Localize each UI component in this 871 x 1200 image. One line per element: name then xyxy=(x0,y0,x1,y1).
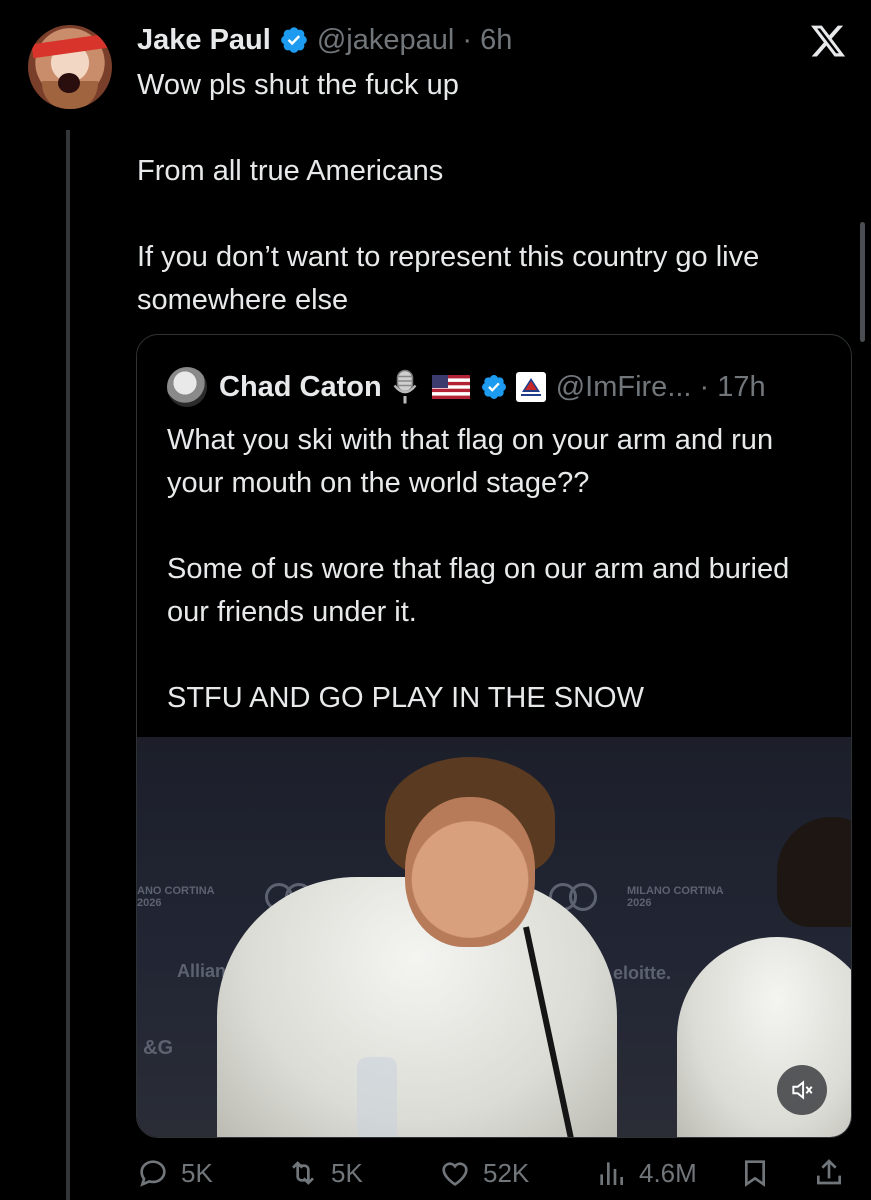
quote-author-name[interactable]: Chad Caton xyxy=(219,371,382,404)
tweet-text: Wow pls shut the fuck up From all true A… xyxy=(137,64,827,322)
mute-toggle-button[interactable] xyxy=(777,1065,827,1115)
quote-media-video[interactable]: ANO CORTINA 2026 MILANO CORTINA 2026 All… xyxy=(137,737,851,1137)
mute-icon xyxy=(792,1080,813,1100)
reply-icon xyxy=(140,1160,166,1187)
microphone-icon xyxy=(393,369,417,404)
affiliate-badge-icon xyxy=(515,372,546,402)
tweet-header: Jake Paul @jakepaul · 6h xyxy=(137,20,512,60)
quoted-tweet[interactable]: Chad Caton @ImFire... · 17h What you ski… xyxy=(136,334,852,1138)
scrollbar[interactable] xyxy=(860,222,865,342)
tweet-actions: 5K 5K 52K 4.6M xyxy=(137,1150,847,1196)
quote-line: What you ski with that flag on your arm … xyxy=(167,424,774,499)
quote-author-avatar[interactable] xyxy=(167,367,207,407)
like-count: 52K xyxy=(483,1157,530,1188)
backdrop-text-right: MILANO CORTINA 2026 xyxy=(627,885,724,909)
sponsor-right: eloitte. xyxy=(613,963,672,983)
author-handle-time[interactable]: @jakepaul · 6h xyxy=(317,24,513,57)
second-athlete-hair xyxy=(777,817,851,927)
quote-text: What you ski with that flag on your arm … xyxy=(167,419,827,720)
like-icon xyxy=(442,1162,468,1186)
repost-icon xyxy=(292,1161,314,1185)
repost-button[interactable]: 5K xyxy=(287,1157,363,1189)
verified-icon xyxy=(481,375,506,399)
views-button[interactable]: 4.6M xyxy=(595,1157,697,1189)
author-avatar[interactable] xyxy=(28,25,112,109)
athlete-face xyxy=(405,797,535,947)
us-flag-icon xyxy=(431,375,470,399)
reply-count: 5K xyxy=(181,1157,213,1188)
backdrop-text-left: ANO CORTINA 2026 xyxy=(137,885,215,909)
tweet-line: If you don’t want to represent this coun… xyxy=(137,241,760,316)
author-name[interactable]: Jake Paul xyxy=(137,24,271,57)
repost-count: 5K xyxy=(331,1157,363,1188)
verified-icon xyxy=(281,27,307,53)
quote-line: STFU AND GO PLAY IN THE SNOW xyxy=(167,682,644,714)
like-button[interactable]: 52K xyxy=(439,1157,529,1189)
quote-header: Chad Caton @ImFire... · 17h xyxy=(167,367,766,407)
reply-button[interactable]: 5K xyxy=(137,1157,213,1189)
share-button[interactable] xyxy=(813,1157,857,1189)
share-icon xyxy=(817,1159,841,1185)
bookmark-icon xyxy=(745,1160,765,1187)
x-logo-icon xyxy=(810,25,846,57)
views-icon xyxy=(600,1162,623,1185)
water-bottle xyxy=(357,1057,397,1137)
bookmark-button[interactable] xyxy=(739,1157,783,1189)
quote-line: Some of us wore that flag on our arm and… xyxy=(167,553,790,628)
views-count: 4.6M xyxy=(639,1157,697,1188)
sponsor-edge: &G xyxy=(143,1037,173,1059)
thread-line xyxy=(66,130,70,1200)
tweet-line: Wow pls shut the fuck up xyxy=(137,69,459,101)
tweet-line: From all true Americans xyxy=(137,155,444,187)
quote-author-handle-time[interactable]: @ImFire... · 17h xyxy=(556,371,766,404)
second-athlete-jacket xyxy=(677,937,851,1137)
